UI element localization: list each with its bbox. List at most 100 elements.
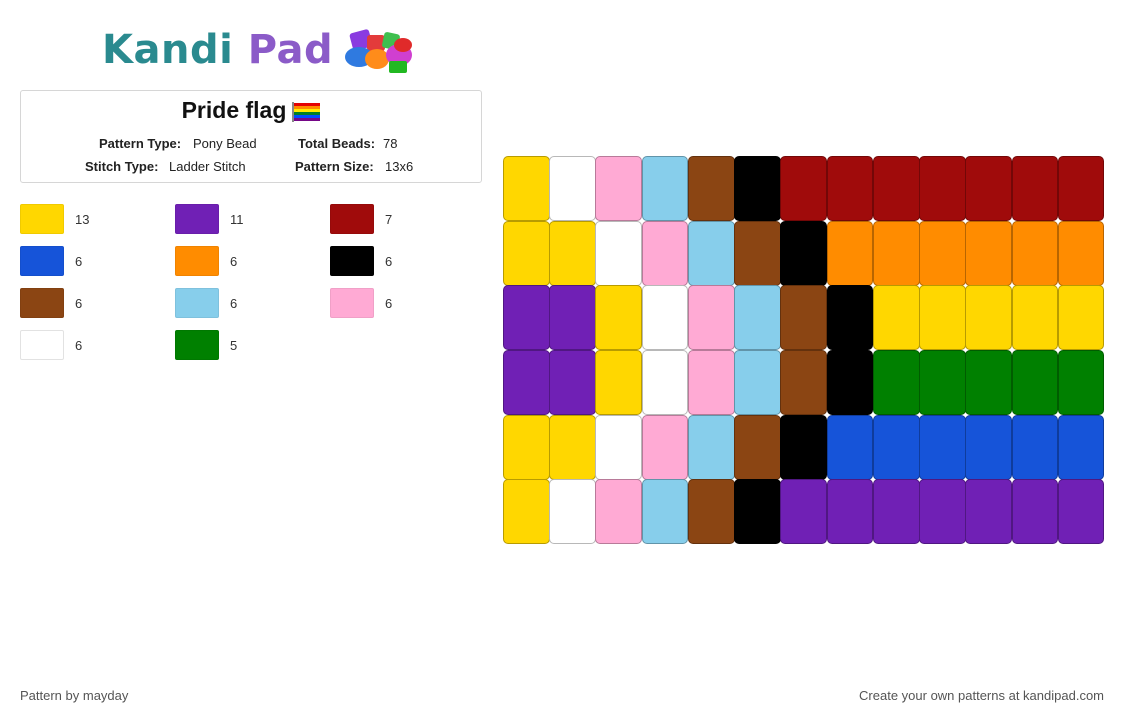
bead	[641, 479, 689, 545]
legend-item: 11	[175, 202, 325, 236]
bead	[826, 285, 874, 351]
bead	[687, 479, 735, 545]
bead	[872, 350, 920, 416]
bead	[503, 350, 550, 416]
bead	[872, 479, 920, 545]
bead	[595, 479, 643, 545]
bead	[549, 220, 596, 286]
color-count: 6	[230, 295, 238, 311]
total-beads-label: Total Beads:	[298, 136, 376, 151]
bead	[734, 479, 781, 545]
bead	[919, 285, 966, 351]
legend-item: 7	[330, 202, 480, 236]
color-swatch	[330, 288, 374, 318]
color-count: 6	[75, 253, 83, 269]
bead	[919, 479, 966, 545]
bead	[919, 156, 966, 222]
bead	[503, 479, 550, 545]
bead	[595, 220, 643, 286]
legend-item: 6	[20, 328, 170, 362]
bead	[919, 220, 966, 286]
bead	[687, 285, 735, 351]
bead	[549, 156, 596, 222]
bead	[641, 285, 689, 351]
bead	[641, 156, 689, 222]
bead	[503, 414, 550, 480]
bead	[872, 156, 920, 222]
bead	[965, 350, 1013, 416]
legend-item: 6	[20, 244, 170, 278]
total-beads-value: 78	[383, 136, 398, 151]
bead	[965, 156, 1013, 222]
bead	[826, 220, 874, 286]
color-count: 6	[75, 295, 83, 311]
bead	[780, 414, 828, 480]
bead	[1057, 156, 1105, 222]
bead	[595, 350, 643, 416]
bead	[595, 414, 643, 480]
bead	[965, 285, 1013, 351]
color-count: 11	[230, 211, 244, 227]
color-swatch	[20, 246, 64, 276]
create-patterns-link[interactable]: Create your own patterns at kandipad.com	[859, 688, 1104, 703]
bead	[734, 220, 781, 286]
color-swatch	[20, 204, 64, 234]
kandi-pad-logo[interactable]: Kandi Pad	[102, 24, 421, 76]
legend-item: 6	[330, 244, 480, 278]
legend-item: 5	[175, 328, 325, 362]
bead	[549, 350, 596, 416]
pattern-size-label: Pattern Size:	[295, 159, 374, 174]
color-count: 6	[75, 337, 83, 353]
pattern-size-value: 13x6	[385, 159, 414, 174]
bead	[872, 414, 920, 480]
bead	[595, 156, 643, 222]
color-swatch	[330, 246, 374, 276]
bead	[1057, 220, 1105, 286]
bead	[1057, 350, 1105, 416]
bead	[503, 156, 550, 222]
bead	[919, 414, 966, 480]
bead	[780, 156, 828, 222]
logo-word-kandi: Kandi	[102, 27, 234, 73]
color-count: 6	[385, 295, 393, 311]
beads-icon	[345, 29, 413, 73]
pattern-type-value: Pony Bead	[193, 136, 257, 151]
bead	[780, 220, 828, 286]
bead	[872, 220, 920, 286]
pattern-credit: Pattern by mayday	[20, 688, 129, 703]
bead	[1057, 285, 1105, 351]
bead	[641, 414, 689, 480]
bead	[965, 479, 1013, 545]
bead	[1011, 350, 1059, 416]
bead	[503, 220, 550, 286]
bead	[595, 285, 643, 351]
bead	[641, 220, 689, 286]
bead	[1057, 479, 1105, 545]
bead	[1011, 285, 1059, 351]
bead	[734, 414, 781, 480]
bead	[826, 156, 874, 222]
color-swatch	[20, 330, 64, 360]
bead	[1011, 479, 1059, 545]
bead-pattern-grid	[503, 156, 1105, 545]
bead	[872, 285, 920, 351]
logo-word-pad: Pad	[247, 27, 334, 73]
legend-item: 6	[175, 244, 325, 278]
legend-item: 6	[175, 286, 325, 320]
stitch-type-label: Stitch Type:	[85, 159, 159, 174]
color-swatch	[330, 204, 374, 234]
color-swatch	[20, 288, 64, 318]
color-count: 7	[385, 211, 393, 227]
color-swatch	[175, 330, 219, 360]
bead	[549, 414, 596, 480]
legend-item: 6	[330, 286, 480, 320]
pattern-type-label: Pattern Type:	[99, 136, 182, 151]
color-count: 6	[230, 253, 238, 269]
bead	[687, 350, 735, 416]
color-count: 5	[230, 337, 238, 353]
bead	[780, 479, 828, 545]
pattern-title-row: Pride flag	[21, 97, 481, 124]
bead	[1011, 156, 1059, 222]
color-count: 13	[75, 211, 90, 227]
bead	[549, 479, 596, 545]
